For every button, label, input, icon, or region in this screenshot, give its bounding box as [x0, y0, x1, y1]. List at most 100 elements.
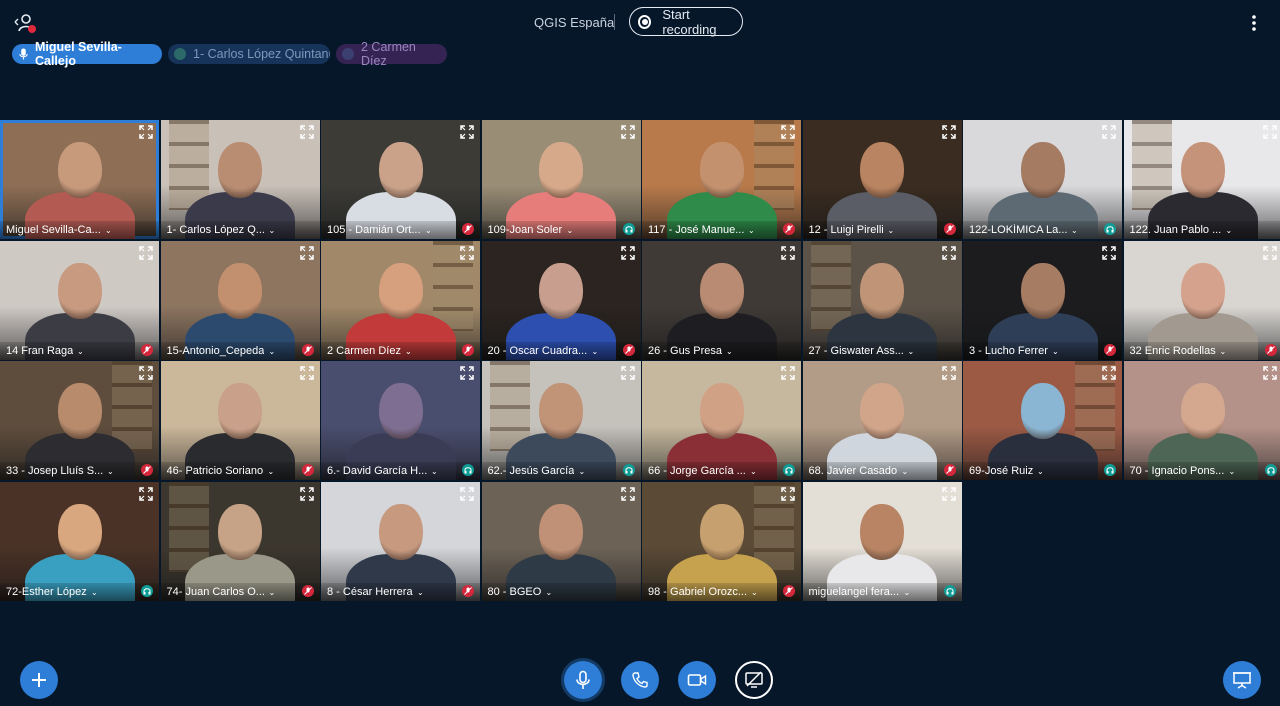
video-tile[interactable]: 70 - Ignacio Pons... ⌄ — [1123, 361, 1280, 480]
video-tile[interactable]: 6.- David García H... ⌄ — [321, 361, 480, 480]
expand-icon[interactable] — [1262, 366, 1277, 380]
video-tile[interactable]: miguelangel fera... ⌄ — [802, 481, 962, 601]
video-tile[interactable]: 20 - Oscar Cuadra... ⌄ — [481, 240, 641, 360]
chevron-down-icon[interactable]: ⌄ — [546, 588, 553, 597]
chevron-down-icon[interactable]: ⌄ — [431, 467, 438, 476]
participant-name[interactable]: 68. Javier Casado — [809, 465, 898, 477]
participant-name[interactable]: 62.- Jesús García — [488, 465, 575, 477]
chevron-down-icon[interactable]: ⌄ — [748, 226, 755, 235]
participant-name[interactable]: 15-Antonio_Cepeda — [167, 345, 265, 357]
participant-name[interactable]: 14 Fran Raga — [6, 345, 73, 357]
expand-icon[interactable] — [460, 125, 474, 139]
participant-name[interactable]: 1- Carlos López Q... — [167, 224, 265, 236]
chevron-down-icon[interactable]: ⌄ — [269, 226, 276, 235]
chevron-down-icon[interactable]: ⌄ — [269, 347, 276, 356]
participant-name[interactable]: 122. Juan Pablo ... — [1130, 224, 1222, 236]
participant-name[interactable]: 3 - Lucho Ferrer — [969, 345, 1048, 357]
participant-name[interactable]: 66 - Jorge García ... — [648, 465, 746, 477]
video-tile[interactable]: 62.- Jesús García ⌄ — [481, 361, 641, 480]
video-tile[interactable]: 74- Juan Carlos O... ⌄ — [160, 481, 320, 601]
expand-icon[interactable] — [139, 366, 153, 380]
video-tile[interactable]: 117 - José Manue... ⌄ — [642, 120, 801, 239]
video-tile[interactable]: 105 - Damián Ort... ⌄ — [321, 120, 480, 239]
video-tile[interactable]: 2 Carmen Díez ⌄ — [321, 240, 480, 360]
video-tile[interactable]: 109-Joan Soler ⌄ — [481, 120, 641, 239]
expand-icon[interactable] — [139, 245, 153, 260]
more-options-button[interactable] — [1245, 12, 1263, 34]
expand-icon[interactable] — [1102, 245, 1116, 260]
expand-icon[interactable] — [941, 125, 956, 139]
expand-icon[interactable] — [620, 486, 635, 501]
video-tile[interactable]: 1- Carlos López Q... ⌄ — [160, 120, 320, 239]
expand-icon[interactable] — [299, 366, 314, 380]
video-tile[interactable]: 8 - César Herrera ⌄ — [321, 481, 480, 601]
share-screen-button[interactable] — [735, 661, 773, 699]
mute-button[interactable] — [561, 658, 605, 702]
expand-icon[interactable] — [941, 245, 956, 260]
expand-icon[interactable] — [1262, 245, 1277, 260]
participant-name[interactable]: 8 - César Herrera — [327, 586, 413, 598]
participant-name[interactable]: 46- Patricio Soriano — [167, 465, 264, 477]
video-tile[interactable]: 80 - BGEO ⌄ — [481, 481, 641, 601]
participant-name[interactable]: 109-Joan Soler — [488, 224, 563, 236]
participant-name[interactable]: 105 - Damián Ort... — [327, 224, 421, 236]
participant-name[interactable]: 20 - Oscar Cuadra... — [488, 345, 588, 357]
chevron-down-icon[interactable]: ⌄ — [1229, 467, 1236, 476]
expand-icon[interactable] — [1262, 125, 1277, 139]
expand-icon[interactable] — [781, 366, 795, 380]
chevron-down-icon[interactable]: ⌄ — [107, 467, 114, 476]
presentation-button[interactable] — [1223, 661, 1261, 699]
video-tile[interactable]: 122. Juan Pablo ... ⌄ — [1123, 120, 1280, 239]
chevron-down-icon[interactable]: ⌄ — [567, 226, 574, 235]
leave-audio-button[interactable] — [621, 661, 659, 699]
talker-indicator[interactable]: 1- Carlos López Quintanilla — [168, 44, 330, 64]
expand-icon[interactable] — [941, 366, 956, 380]
chevron-down-icon[interactable]: ⌄ — [269, 588, 276, 597]
chevron-down-icon[interactable]: ⌄ — [888, 226, 895, 235]
video-tile[interactable]: Miguel Sevilla-Ca... ⌄ — [0, 120, 159, 239]
participant-name[interactable]: 26 - Gus Presa — [648, 345, 722, 357]
video-tile[interactable]: 66 - Jorge García ... ⌄ — [642, 361, 801, 480]
participant-name[interactable]: 117 - José Manue... — [648, 224, 744, 236]
expand-icon[interactable] — [460, 486, 474, 501]
expand-icon[interactable] — [1102, 366, 1116, 380]
video-tile[interactable]: 68. Javier Casado ⌄ — [802, 361, 962, 480]
chevron-down-icon[interactable]: ⌄ — [579, 467, 586, 476]
chevron-down-icon[interactable]: ⌄ — [1071, 226, 1078, 235]
expand-icon[interactable] — [299, 245, 314, 260]
expand-icon[interactable] — [139, 486, 153, 501]
video-tile[interactable]: 15-Antonio_Cepeda ⌄ — [160, 240, 320, 360]
start-recording-button[interactable]: Start recording — [629, 7, 743, 37]
share-webcam-button[interactable] — [678, 661, 716, 699]
video-tile[interactable]: 12 - Luigi Pirelli ⌄ — [802, 120, 962, 239]
chevron-down-icon[interactable]: ⌄ — [405, 347, 412, 356]
participant-name[interactable]: 122-LOKÍMICA La... — [969, 224, 1067, 236]
participant-name[interactable]: miguelangel fera... — [809, 586, 900, 598]
video-tile[interactable]: 14 Fran Raga ⌄ — [0, 240, 159, 360]
expand-icon[interactable] — [299, 486, 314, 501]
chevron-down-icon[interactable]: ⌄ — [902, 467, 909, 476]
chevron-down-icon[interactable]: ⌄ — [904, 588, 911, 597]
chevron-down-icon[interactable]: ⌄ — [751, 588, 758, 597]
expand-icon[interactable] — [1102, 125, 1116, 139]
video-tile[interactable]: 3 - Lucho Ferrer ⌄ — [963, 240, 1122, 360]
expand-icon[interactable] — [460, 366, 474, 380]
participant-name[interactable]: Miguel Sevilla-Ca... — [6, 224, 101, 236]
video-tile[interactable]: 72-Esther López ⌄ — [0, 481, 159, 601]
participant-name[interactable]: 98 - Gabriel Orozc... — [648, 586, 747, 598]
chevron-down-icon[interactable]: ⌄ — [908, 347, 915, 356]
video-tile[interactable]: 69-José Ruiz ⌄ — [963, 361, 1122, 480]
talker-indicator[interactable]: 2 Carmen Díez — [336, 40, 447, 68]
chevron-down-icon[interactable]: ⌄ — [1037, 467, 1044, 476]
chevron-down-icon[interactable]: ⌄ — [750, 467, 757, 476]
expand-icon[interactable] — [139, 125, 153, 139]
video-tile[interactable]: 27 - Giswater Ass... ⌄ — [802, 240, 962, 360]
expand-icon[interactable] — [460, 245, 474, 260]
chevron-down-icon[interactable]: ⌄ — [105, 226, 112, 235]
participant-name[interactable]: 70 - Ignacio Pons... — [1130, 465, 1225, 477]
participant-name[interactable]: 6.- David García H... — [327, 465, 427, 477]
video-tile[interactable]: 33 - Josep Lluís S... ⌄ — [0, 361, 159, 480]
expand-icon[interactable] — [299, 125, 314, 139]
participant-name[interactable]: 74- Juan Carlos O... — [167, 586, 265, 598]
chevron-down-icon[interactable]: ⌄ — [268, 467, 275, 476]
